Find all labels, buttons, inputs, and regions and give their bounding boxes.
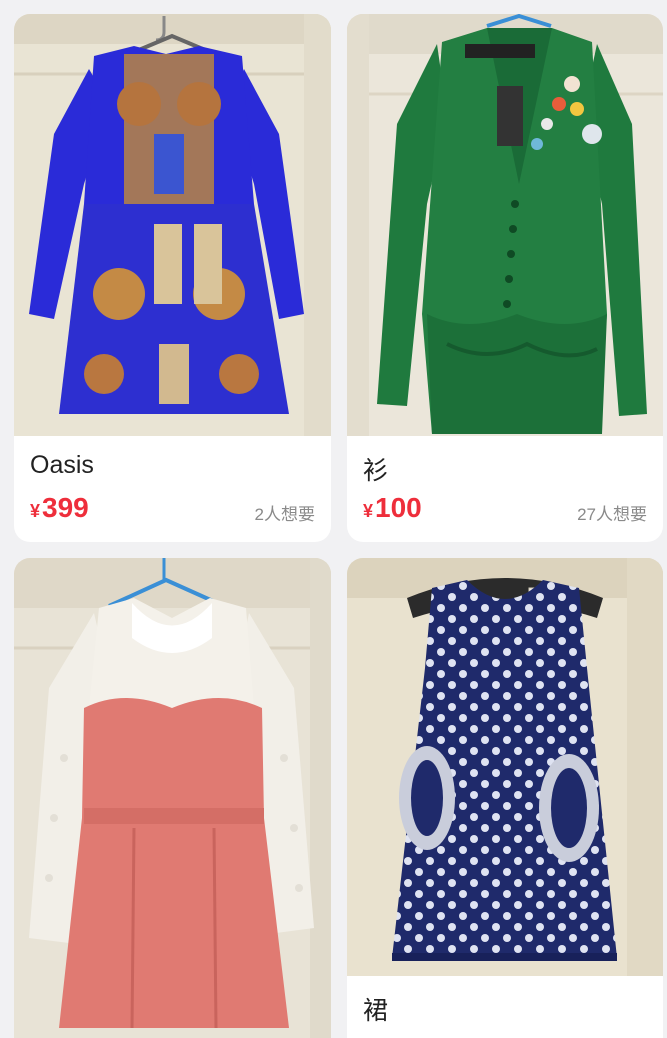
want-count: 27人想要 <box>577 505 647 524</box>
product-image[interactable] <box>347 558 663 976</box>
product-price: ¥399 <box>30 492 89 524</box>
want-count: 2人想要 <box>254 505 315 524</box>
dress-photo <box>14 558 331 1038</box>
price-value: 399 <box>42 492 89 523</box>
product-card[interactable]: 裙 <box>347 558 663 1038</box>
product-image[interactable] <box>14 14 331 436</box>
product-image[interactable] <box>347 14 663 436</box>
product-card[interactable]: 衫 ¥100 27人想要 <box>347 14 663 542</box>
dress-photo <box>14 14 331 436</box>
cardigan-photo <box>347 14 663 436</box>
currency-symbol: ¥ <box>363 501 374 521</box>
product-card[interactable] <box>14 558 331 1038</box>
currency-symbol: ¥ <box>30 501 41 521</box>
product-title: 裙 <box>363 997 389 1025</box>
product-title: Oasis <box>30 451 94 479</box>
product-card[interactable]: Oasis ¥399 2人想要 <box>14 14 331 542</box>
price-value: 100 <box>375 492 422 523</box>
dress-photo <box>347 558 663 976</box>
product-title: 衫 <box>363 457 389 485</box>
product-price: ¥100 <box>363 492 422 524</box>
product-image[interactable] <box>14 558 331 1038</box>
product-grid: Oasis ¥399 2人想要 衫 ¥100 27人想要 裙 <box>0 0 667 1038</box>
